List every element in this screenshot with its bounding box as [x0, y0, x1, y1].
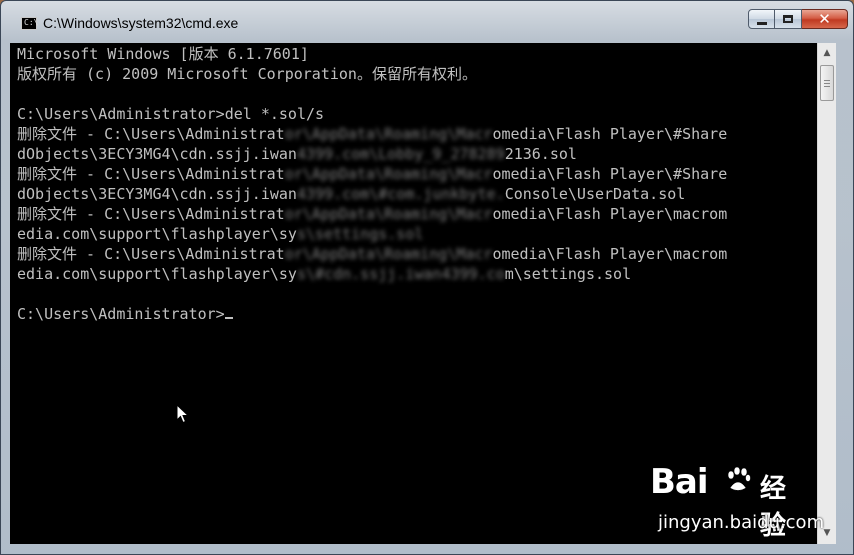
grip-line: [824, 86, 830, 87]
grip-line: [824, 80, 830, 81]
console-line-text: m\settings.sol: [504, 265, 632, 283]
console-line-text: omedia\Flash Player\macrom: [492, 205, 728, 223]
console-line-text: omedia\Flash Player\#Share: [492, 165, 728, 183]
console-line: 删除文件 - C:\Users\Administrator\AppData\Ro…: [17, 164, 727, 184]
blurred-path-segment: 4399.com\Lobby_9_278289: [296, 145, 505, 163]
console-line: C:\Users\Administrator>: [17, 304, 727, 324]
console-line-text: dObjects\3ECY3MG4\cdn.ssjj.iwan: [17, 145, 297, 163]
baidu-jingyan-watermark: Bai 经验 jingyan.baidu.com: [650, 460, 824, 541]
console-lines: Microsoft Windows [版本 6.1.7601] 版权所有 (c) …: [17, 44, 727, 324]
maximize-button[interactable]: [775, 9, 802, 29]
maximize-icon: [783, 15, 793, 23]
blurred-path-segment: or\AppData\Roaming\Macr: [284, 125, 493, 143]
console-line-text: omedia\Flash Player\macrom: [492, 245, 728, 263]
close-button[interactable]: ✕: [802, 9, 848, 29]
watermark-url: jingyan.baidu.com: [658, 512, 825, 533]
scroll-up-arrow-icon[interactable]: ▲: [818, 45, 836, 62]
title-bar[interactable]: C:\ C:\Windows\system32\cmd.exe ✕: [1, 1, 853, 43]
console-line: C:\Users\Administrator>del *.sol/s: [17, 104, 727, 124]
blurred-path-segment: or\AppData\Roaming\Macr: [284, 165, 493, 183]
console-line-text: edia.com\support\flashplayer\sy: [17, 265, 297, 283]
window-controls: ✕: [748, 9, 848, 30]
cmd-app-icon-label: C:\: [24, 18, 39, 27]
console-line-text: C:\Users\Administrator>del *.sol/s: [17, 105, 325, 123]
cmd-app-icon[interactable]: C:\: [21, 17, 39, 30]
minimize-icon: [756, 21, 767, 25]
console-line-text: edia.com\support\flashplayer\sy: [17, 225, 297, 243]
console-line: 删除文件 - C:\Users\Administrator\AppData\Ro…: [17, 244, 727, 264]
console-line-text: omedia\Flash Player\#Share: [492, 125, 728, 143]
window-title: C:\Windows\system32\cmd.exe: [43, 15, 239, 31]
minimize-button[interactable]: [748, 9, 775, 29]
console-line: dObjects\3ECY3MG4\cdn.ssjj.iwan4399.com\…: [17, 144, 727, 164]
console-line: 删除文件 - C:\Users\Administrator\AppData\Ro…: [17, 124, 727, 144]
scrollbar-thumb[interactable]: [820, 65, 834, 101]
console-line-text: 删除文件 - C:\Users\Administrat: [17, 165, 285, 183]
console-line-text: dObjects\3ECY3MG4\cdn.ssjj.iwan: [17, 185, 297, 203]
blurred-path-segment: 4399.com\#com.junkbyte.: [296, 185, 505, 203]
console-line-text: Microsoft Windows [版本 6.1.7601]: [17, 45, 309, 63]
vertical-scrollbar[interactable]: ▲ ▼: [817, 43, 836, 544]
console-line-text: 删除文件 - C:\Users\Administrat: [17, 245, 285, 263]
blurred-path-segment: or\AppData\Roaming\Macr: [284, 245, 493, 263]
blurred-path-segment: s\#cdn.ssjj.iwan4399.co: [296, 265, 505, 283]
console-line: 版权所有 (c) 2009 Microsoft Corporation。保留所有…: [17, 64, 727, 84]
text-cursor: [224, 317, 233, 319]
close-icon: ✕: [818, 9, 831, 28]
console-line-text: C:\Users\Administrator>: [17, 305, 225, 323]
console-line: edia.com\support\flashplayer\sys\setting…: [17, 224, 727, 244]
console-line: 删除文件 - C:\Users\Administrator\AppData\Ro…: [17, 204, 727, 224]
console-line-text: 2136.sol: [504, 145, 577, 163]
console-line: Microsoft Windows [版本 6.1.7601]: [17, 44, 727, 64]
blurred-path-segment: or\AppData\Roaming\Macr: [284, 205, 493, 223]
grip-line: [824, 83, 830, 84]
mouse-pointer-icon: [176, 404, 190, 424]
blurred-path-segment: s\settings.sol: [296, 225, 424, 243]
watermark-brand: Bai: [650, 462, 709, 502]
console-line-text: Console\UserData.sol: [504, 185, 686, 203]
console-line-text: 版权所有 (c) 2009 Microsoft Corporation。保留所有…: [17, 65, 477, 83]
console-line-text: 删除文件 - C:\Users\Administrat: [17, 125, 285, 143]
console-line: dObjects\3ECY3MG4\cdn.ssjj.iwan4399.com\…: [17, 184, 727, 204]
console-line-text: 删除文件 - C:\Users\Administrat: [17, 205, 285, 223]
baidu-paw-icon: [727, 466, 751, 491]
console-line: edia.com\support\flashplayer\sys\#cdn.ss…: [17, 264, 727, 284]
